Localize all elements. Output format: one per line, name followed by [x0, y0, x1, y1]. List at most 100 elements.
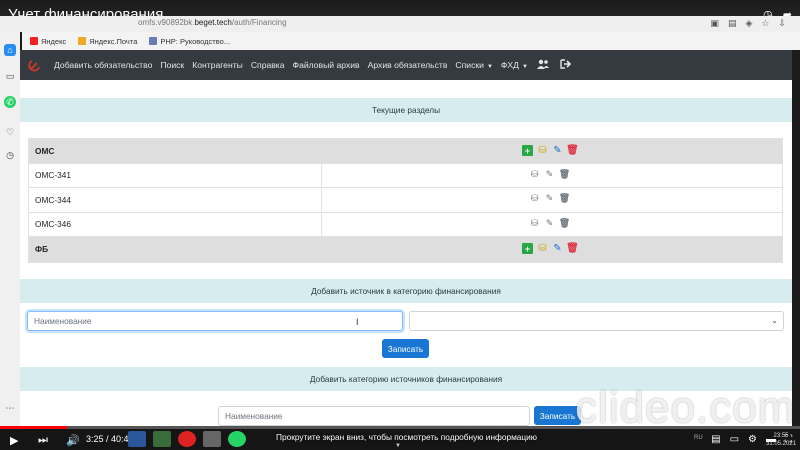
- nav-search[interactable]: Поиск: [160, 60, 184, 70]
- caret-down-icon: ▼: [486, 64, 493, 70]
- tray-time: 23:55: [773, 433, 789, 439]
- app-icon: [153, 431, 171, 447]
- section-current-header: Текущие разделы: [20, 98, 792, 122]
- bookmark-yandex[interactable]: Яндекс: [30, 37, 66, 46]
- category-actions: + ⛁ ✎ 🗑: [522, 145, 579, 156]
- shield-icon[interactable]: ◈: [745, 18, 752, 29]
- table-row: ОМС-344 ⛁ ✎ 🗑: [29, 188, 782, 213]
- opera-icon: [178, 431, 196, 447]
- download-icon[interactable]: ⇩: [778, 18, 786, 29]
- settings-icon[interactable]: ⚙: [748, 434, 757, 445]
- mail-icon: [78, 37, 87, 45]
- reader-icon[interactable]: ▤: [728, 18, 737, 29]
- trash-icon[interactable]: 🗑: [559, 193, 570, 204]
- nav-lists-dropdown[interactable]: Списки ▼: [455, 60, 492, 70]
- nav-add-obligation[interactable]: Добавить обязательство: [54, 60, 152, 70]
- source-name: ОМС-344: [29, 188, 322, 212]
- trash-icon[interactable]: 🗑: [566, 145, 579, 156]
- navbar: Добавить обязательство Поиск Контрагенты…: [20, 50, 792, 80]
- web-app: Добавить обязательство Поиск Контрагенты…: [20, 50, 792, 426]
- subtitles-icon[interactable]: ▤: [711, 434, 720, 445]
- save-category-button[interactable]: Записать: [534, 406, 581, 425]
- video-caption: Прокрутите экран вниз, чтобы посмотреть …: [276, 432, 538, 442]
- caret-down-icon: ▼: [521, 64, 528, 70]
- financing-table: ОМС + ⛁ ✎ 🗑 ОМС-341 ⛁ ✎ 🗑 ОМС-344 ⛁ ✎ 🗑: [28, 138, 783, 263]
- nav-file-archive[interactable]: Файловый архив: [293, 60, 360, 70]
- users-icon[interactable]: [536, 59, 550, 72]
- plus-square-icon[interactable]: +: [522, 243, 533, 254]
- browser-side-panel: ⌂ ▭ ✆ ♡ ◷ ⋯: [0, 32, 20, 426]
- coins-icon[interactable]: ⛁: [529, 193, 540, 204]
- source-name-input[interactable]: [27, 311, 403, 331]
- table-row: ОМС-346 ⛁ ✎ 🗑: [29, 212, 782, 237]
- miniplayer-icon[interactable]: ▭: [730, 434, 739, 445]
- edit-icon[interactable]: ✎: [552, 243, 563, 254]
- text-cursor-icon: I: [356, 317, 359, 327]
- history-icon[interactable]: ◷: [4, 149, 16, 161]
- bookmark-panel-icon[interactable]: ▭: [4, 70, 16, 82]
- category-select[interactable]: ⌄: [409, 311, 784, 331]
- keyboard-lang: RU: [694, 435, 703, 441]
- trash-icon[interactable]: 🗑: [559, 218, 570, 229]
- logout-icon[interactable]: [560, 58, 572, 72]
- source-actions: ⛁ ✎ 🗑: [529, 218, 571, 229]
- category-row-oms: ОМС + ⛁ ✎ 🗑: [29, 139, 782, 164]
- video-progress-bar[interactable]: [0, 426, 800, 429]
- nav-obligation-archive[interactable]: Архив обязательств: [368, 60, 448, 70]
- whatsapp-icon[interactable]: ✆: [4, 96, 16, 108]
- trash-icon[interactable]: 🗑: [566, 243, 579, 254]
- category-name-input[interactable]: [218, 406, 530, 426]
- category-row-fb: ФБ + ⛁ ✎ 🗑: [29, 237, 782, 262]
- coins-icon[interactable]: ⛁: [537, 243, 548, 254]
- bookmark-yandex-mail[interactable]: Яндекс.Почта: [78, 37, 137, 46]
- save-source-button[interactable]: Записать: [382, 339, 429, 358]
- whatsapp-icon: [228, 431, 246, 447]
- category-name: ОМС: [35, 145, 55, 156]
- nav-fhd-dropdown[interactable]: ФХД ▼: [501, 60, 528, 70]
- home-icon[interactable]: ⌂: [4, 44, 16, 56]
- edit-icon[interactable]: ✎: [544, 169, 555, 180]
- php-icon: [149, 37, 158, 45]
- coins-icon[interactable]: ⛁: [529, 169, 540, 180]
- address-bar-icons: ▣ ▤ ◈ ☆ ⇩: [710, 18, 786, 29]
- edit-icon[interactable]: ✎: [544, 218, 555, 229]
- source-name: ОМС-341: [29, 163, 322, 187]
- category-actions: + ⛁ ✎ 🗑: [522, 243, 579, 254]
- video-timecode: 3:25 / 40:40: [86, 434, 134, 444]
- chevron-down-icon: ⌄: [771, 316, 778, 325]
- bookmarks-bar: Яндекс Яндекс.Почта PHP: Руководство...: [22, 32, 800, 50]
- section-add-source-header: Добавить источник в категорию финансиров…: [20, 279, 792, 303]
- tray-clock: 23:55 31.05.2021: [766, 432, 796, 448]
- video-controls: ▶ ⏭ 🔊 3:25 / 40:40 Прокрутите экран вниз…: [0, 426, 800, 450]
- camera-icon[interactable]: ▣: [710, 18, 719, 29]
- url-field[interactable]: omfs.v90892bk.beget.tech/auth/Financing: [138, 18, 287, 27]
- recorded-taskbar: [128, 431, 246, 447]
- chevron-down-icon[interactable]: ▼: [395, 443, 401, 449]
- source-actions: ⛁ ✎ 🗑: [529, 169, 571, 180]
- app-icon: [203, 431, 221, 447]
- tray-date: 31.05.2021: [766, 441, 797, 447]
- category-name: ФБ: [35, 244, 49, 255]
- coins-icon[interactable]: ⛁: [537, 145, 548, 156]
- more-icon[interactable]: ⋯: [4, 402, 16, 414]
- heart-icon[interactable]: ♡: [4, 126, 16, 138]
- next-icon[interactable]: ⏭: [38, 434, 48, 447]
- edit-icon[interactable]: ✎: [552, 145, 563, 156]
- video-progress-fill: [0, 426, 68, 429]
- yandex-icon: [30, 37, 38, 45]
- trash-icon[interactable]: 🗑: [559, 169, 570, 180]
- play-icon[interactable]: ▶: [10, 434, 18, 447]
- coins-icon[interactable]: ⛁: [529, 218, 540, 229]
- hammer-sickle-logo[interactable]: [26, 56, 44, 74]
- source-name: ОМС-346: [29, 212, 322, 236]
- star-icon[interactable]: ☆: [761, 18, 769, 29]
- volume-icon[interactable]: 🔊: [66, 434, 80, 447]
- nav-help[interactable]: Справка: [251, 60, 285, 70]
- bookmark-php-manual[interactable]: PHP: Руководство...: [149, 37, 230, 46]
- edit-icon[interactable]: ✎: [544, 193, 555, 204]
- nav-counterparties[interactable]: Контрагенты: [192, 60, 243, 70]
- plus-square-icon[interactable]: +: [522, 145, 533, 156]
- table-row: ОМС-341 ⛁ ✎ 🗑: [29, 163, 782, 188]
- address-bar: omfs.v90892bk.beget.tech/auth/Financing …: [0, 16, 800, 32]
- source-actions: ⛁ ✎ 🗑: [529, 193, 571, 204]
